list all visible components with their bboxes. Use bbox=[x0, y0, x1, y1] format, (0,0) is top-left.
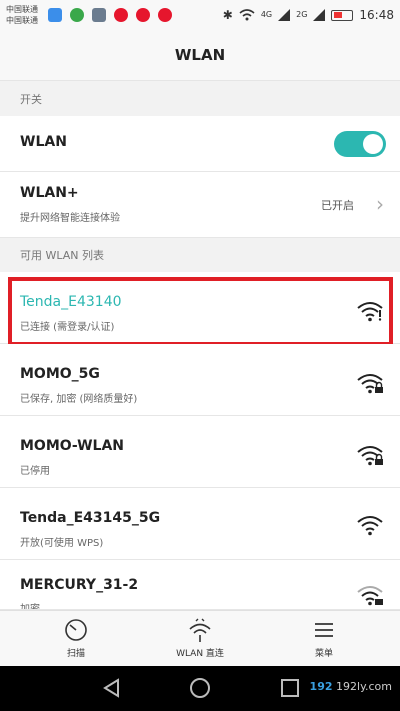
wlan-direct-icon bbox=[189, 618, 211, 642]
back-icon[interactable] bbox=[100, 676, 124, 700]
watermark: 192 192ly.com bbox=[310, 680, 392, 693]
app-notification-icon bbox=[70, 8, 84, 22]
wlan-plus-label: WLAN+ bbox=[20, 185, 79, 201]
system-navigation-bar: 192 192ly.com bbox=[0, 666, 400, 711]
signal-icon bbox=[313, 9, 326, 21]
scan-label: 扫描 bbox=[66, 649, 85, 659]
carrier-info: 中国联通 中国联通 bbox=[6, 4, 38, 26]
wifi-lock-icon bbox=[357, 374, 383, 394]
page-title: WLAN bbox=[0, 30, 400, 81]
section-header-network-list: 可用 WLAN 列表 bbox=[0, 238, 400, 272]
clock: 16:48 bbox=[359, 8, 394, 22]
network-status: 已保存, 加密 (网络质量好) bbox=[20, 394, 138, 405]
wlan-direct-label: WLAN 直连 bbox=[176, 649, 224, 659]
wlan-toggle-label: WLAN bbox=[20, 134, 67, 150]
scan-icon bbox=[65, 619, 87, 641]
watermark-prefix: 192 bbox=[309, 680, 333, 693]
wlan-plus-state: 已开启 bbox=[321, 199, 354, 212]
network-status: 加密 bbox=[20, 604, 40, 610]
recent-apps-icon[interactable] bbox=[278, 676, 302, 700]
network-item[interactable]: Tenda_E43145_5G 开放(可使用 WPS) bbox=[0, 488, 400, 560]
weibo-icon bbox=[136, 8, 150, 22]
wlan-plus-subtitle: 提升网络智能连接体验 bbox=[20, 213, 120, 224]
status-bar: 中国联通 中国联通 ✱ 4G 2G 16:48 bbox=[0, 0, 400, 30]
network-ssid: MOMO_5G bbox=[20, 366, 100, 382]
bottom-nav: 扫描 WLAN 直连 菜单 bbox=[0, 610, 400, 666]
carrier-1: 中国联通 bbox=[6, 5, 38, 14]
weibo-icon bbox=[158, 8, 172, 22]
network-item[interactable]: MOMO-WLAN 已停用 bbox=[0, 416, 400, 488]
wifi-status-icon bbox=[239, 9, 255, 21]
wifi-lock-icon bbox=[357, 586, 383, 606]
wlan-toggle-row[interactable]: WLAN bbox=[0, 116, 400, 172]
bluetooth-icon: ✱ bbox=[222, 8, 233, 22]
signal-icon bbox=[278, 9, 291, 21]
scan-button[interactable]: 扫描 bbox=[26, 617, 126, 659]
wlan-toggle-switch[interactable] bbox=[334, 131, 386, 157]
menu-button[interactable]: 菜单 bbox=[274, 617, 374, 659]
weibo-icon bbox=[114, 8, 128, 22]
network-ssid: MOMO-WLAN bbox=[20, 438, 125, 454]
carrier-2: 中国联通 bbox=[6, 16, 38, 25]
app-notification-icon bbox=[48, 8, 62, 22]
menu-icon bbox=[315, 623, 333, 637]
network-status: 已停用 bbox=[20, 466, 50, 477]
network-type-1: 4G bbox=[260, 10, 273, 19]
highlight-box bbox=[8, 277, 393, 346]
wlan-plus-row[interactable]: WLAN+ 提升网络智能连接体验 已开启 › bbox=[0, 172, 400, 238]
network-ssid: Tenda_E43145_5G bbox=[20, 510, 161, 526]
network-status: 开放(可使用 WPS) bbox=[20, 538, 104, 549]
menu-label: 菜单 bbox=[314, 649, 333, 659]
network-type-2: 2G bbox=[296, 10, 308, 19]
home-icon[interactable] bbox=[188, 676, 212, 700]
network-item[interactable]: MERCURY_31-2 加密 bbox=[0, 560, 400, 610]
notification-icons bbox=[48, 8, 172, 22]
network-item[interactable]: MOMO_5G 已保存, 加密 (网络质量好) bbox=[0, 344, 400, 416]
chevron-right-icon: › bbox=[376, 192, 384, 216]
watermark-text: 192ly.com bbox=[336, 680, 392, 693]
network-ssid: MERCURY_31-2 bbox=[20, 577, 139, 593]
wlan-direct-button[interactable]: WLAN 直连 bbox=[150, 617, 250, 659]
gallery-icon bbox=[92, 8, 106, 22]
battery-icon bbox=[331, 9, 354, 21]
wifi-lock-icon bbox=[357, 446, 383, 466]
wifi-open-icon bbox=[357, 516, 383, 536]
section-header-switch: 开关 bbox=[0, 82, 400, 116]
